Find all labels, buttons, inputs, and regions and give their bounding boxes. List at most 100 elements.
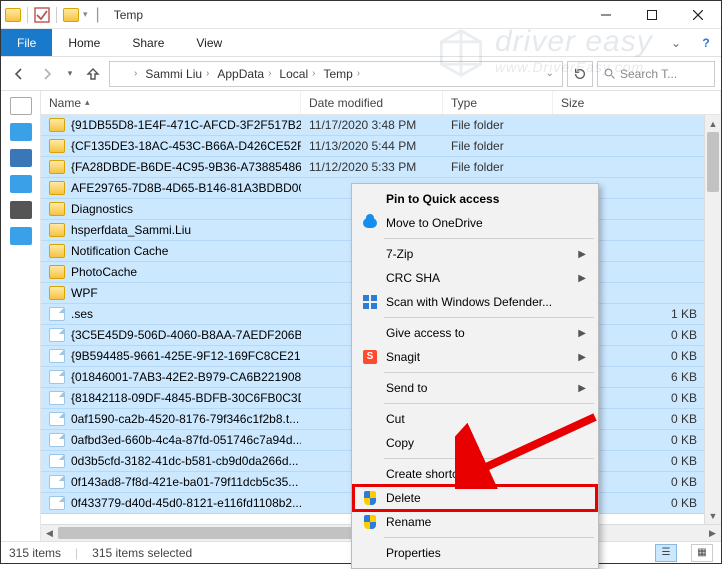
col-size[interactable]: Size [553,91,721,114]
menu-properties[interactable]: Properties [354,541,596,565]
folder-icon [49,286,65,300]
file-name: Notification Cache [71,244,168,258]
address-dropdown-icon[interactable]: ⌄ [542,68,558,79]
recent-dropdown-icon[interactable]: ▾ [63,62,77,86]
defender-icon [363,295,377,309]
details-view-button[interactable]: ☰ [655,544,677,562]
nav-pane[interactable] [1,91,41,541]
home-tab[interactable]: Home [52,29,116,56]
scroll-left-icon[interactable]: ◀ [41,528,58,539]
file-tab[interactable]: File [1,29,52,56]
menu-snagit[interactable]: SSnagit▶ [354,345,596,369]
chevron-right-icon: › [308,68,319,79]
file-date: 11/12/2020 5:33 PM [301,160,443,174]
table-row[interactable]: {91DB55D8-1E4F-471C-AFCD-3F2F517B2...11/… [41,115,721,136]
menu-delete[interactable]: Delete [354,486,596,510]
breadcrumb[interactable]: AppData› [215,67,277,81]
file-name: 0d3b5cfd-3182-41dc-b581-cb9d0da266d... [71,454,299,468]
file-icon [49,370,65,384]
file-name: {81842118-09DF-4845-BDFB-30C6FB0C3D... [71,391,301,405]
context-menu: Pin to Quick access Move to OneDrive 7-Z… [351,183,599,569]
menu-pin-quick-access[interactable]: Pin to Quick access [354,187,596,211]
vertical-scrollbar[interactable]: ▲ ▼ [704,115,721,524]
file-name: {FA28DBDE-B6DE-4C95-9B36-A73885486... [71,160,301,174]
file-name: hsperfdata_Sammi.Liu [71,223,191,237]
table-row[interactable]: {FA28DBDE-B6DE-4C95-9B36-A73885486...11/… [41,157,721,178]
selection-count: 315 items selected [92,546,192,560]
snagit-icon: S [363,350,377,364]
refresh-button[interactable] [567,61,593,87]
desktop-icon[interactable] [10,123,32,141]
documents-icon[interactable] [10,175,32,193]
scroll-right-icon[interactable]: ▶ [704,528,721,539]
file-type: File folder [443,160,553,174]
menu-copy[interactable]: Copy [354,431,596,455]
qat-dropdown-icon[interactable]: ▾ [81,9,90,20]
menu-give-access[interactable]: Give access to▶ [354,321,596,345]
divider [27,7,28,23]
minimize-button[interactable] [583,1,629,29]
file-name: {01846001-7AB3-42E2-B979-CA6B221908... [71,370,301,384]
chevron-right-icon: › [202,68,213,79]
col-date[interactable]: Date modified [301,91,443,114]
menu-create-shortcut[interactable]: Create shortcut [354,462,596,486]
col-name[interactable]: Name▴ [41,91,301,114]
breadcrumb[interactable]: Temp› [321,67,366,81]
column-headers: Name▴ Date modified Type Size [41,91,721,115]
sort-asc-icon: ▴ [85,97,90,108]
file-icon [49,412,65,426]
file-name: .ses [71,307,93,321]
menu-cut[interactable]: Cut [354,407,596,431]
file-type: File folder [443,139,553,153]
title-separator: | [92,6,104,24]
file-icon [49,454,65,468]
network-icon[interactable] [10,227,32,245]
file-name: 0afbd3ed-660b-4c4a-87fd-051746c7a94d... [71,433,301,447]
file-name: AFE29765-7D8B-4D65-B146-81A3BDBD00... [71,181,301,195]
scrollbar-thumb[interactable] [707,132,719,192]
file-name: 0f433779-d40d-45d0-8121-e116fd1108b2... [71,496,301,510]
menu-move-onedrive[interactable]: Move to OneDrive [354,211,596,235]
pc-icon[interactable] [10,201,32,219]
chevron-right-icon[interactable]: › [130,68,141,79]
menu-send-to[interactable]: Send to▶ [354,376,596,400]
file-icon [49,349,65,363]
search-input[interactable]: Search T... [597,61,715,87]
titlebar: ▾ | Temp [1,1,721,29]
folder-icon [49,244,65,258]
breadcrumb[interactable]: Local› [277,67,321,81]
close-button[interactable] [675,1,721,29]
quickaccess-icon[interactable] [10,97,32,115]
file-name: 0f143ad8-7f8d-421e-ba01-79f11dcb5c35... [71,475,298,489]
folder-icon [49,265,65,279]
scroll-up-icon[interactable]: ▲ [705,115,721,132]
up-button[interactable] [81,62,105,86]
large-icons-view-button[interactable]: ▦ [691,544,713,562]
chevron-right-icon: › [353,68,364,79]
menu-defender[interactable]: Scan with Windows Defender... [354,290,596,314]
ribbon-expand-icon[interactable]: ⌄ [661,29,691,56]
addressbar[interactable]: › Sammi Liu› AppData› Local› Temp› ⌄ [109,61,563,87]
folder-icon [49,118,65,132]
back-button[interactable] [7,62,31,86]
folder-icon [49,181,65,195]
share-tab[interactable]: Share [116,29,180,56]
qat-properties-icon[interactable] [34,7,50,23]
col-type[interactable]: Type [443,91,553,114]
maximize-button[interactable] [629,1,675,29]
breadcrumb[interactable]: Sammi Liu› [143,67,215,81]
cloud-icon [363,218,377,228]
downloads-icon[interactable] [10,149,32,167]
table-row[interactable]: {CF135DE3-18AC-453C-B66A-D426CE52F...11/… [41,136,721,157]
menu-crc-sha[interactable]: CRC SHA▶ [354,266,596,290]
file-icon [49,496,65,510]
file-icon [49,433,65,447]
folder-icon [49,223,65,237]
forward-button[interactable] [35,62,59,86]
folder-icon[interactable] [63,8,79,22]
menu-rename[interactable]: Rename [354,510,596,534]
menu-7zip[interactable]: 7-Zip▶ [354,242,596,266]
help-icon[interactable]: ? [691,29,721,56]
scroll-down-icon[interactable]: ▼ [705,507,721,524]
view-tab[interactable]: View [180,29,238,56]
